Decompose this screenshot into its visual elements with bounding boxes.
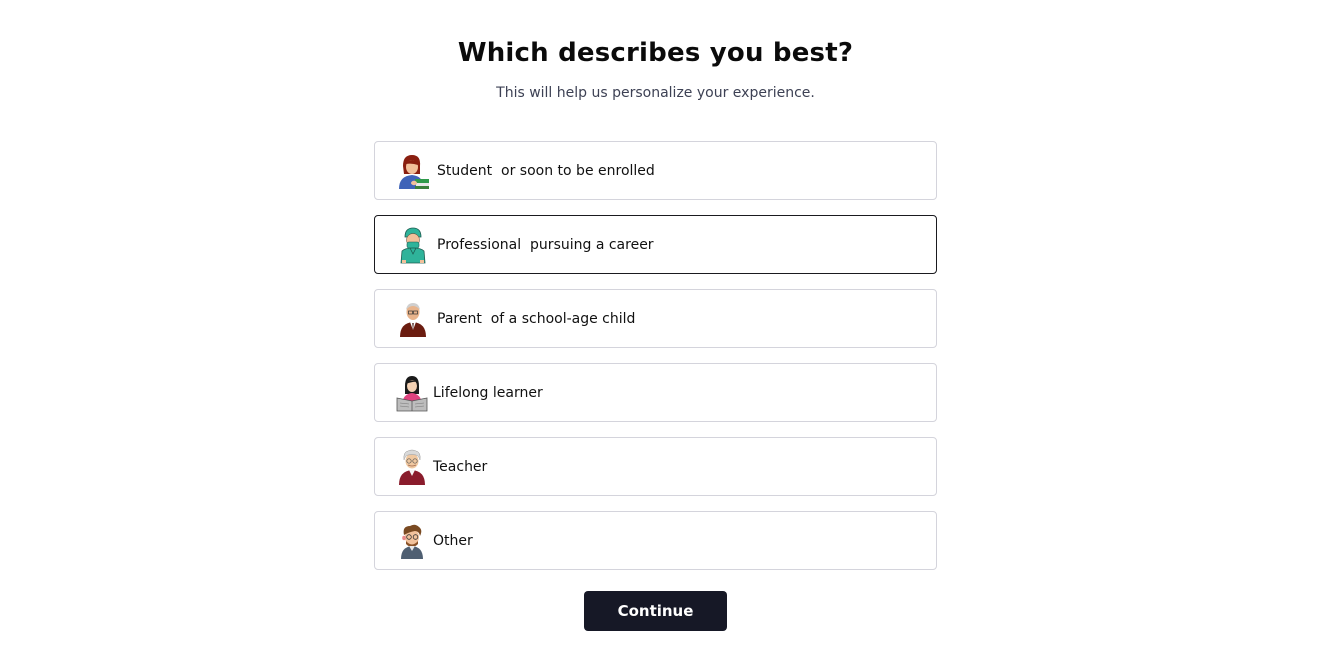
option-extra: pursuing a career <box>530 236 654 253</box>
option-teacher[interactable]: Teacher <box>374 437 937 496</box>
professional-avatar-icon <box>395 226 431 264</box>
option-parent[interactable]: Parent of a school-age child <box>374 289 937 348</box>
parent-avatar-icon <box>395 300 431 338</box>
option-label: Student or soon to be enrolled <box>437 162 655 179</box>
page-subtitle: This will help us personalize your exper… <box>496 85 815 101</box>
lifelong-learner-avatar-icon <box>395 374 429 412</box>
option-label: Teacher <box>433 458 488 475</box>
teacher-avatar-icon <box>395 448 429 486</box>
option-student[interactable]: Student or soon to be enrolled <box>374 141 937 200</box>
option-other[interactable]: Other <box>374 511 937 570</box>
page-title: Which describes you best? <box>457 38 854 68</box>
student-avatar-icon <box>395 152 431 190</box>
role-options-list: Student or soon to be enrolled Professio… <box>374 141 937 585</box>
option-label: Professional pursuing a career <box>437 236 654 253</box>
continue-button[interactable]: Continue <box>584 591 727 631</box>
other-avatar-icon <box>395 522 429 560</box>
option-extra: or soon to be enrolled <box>501 162 655 179</box>
option-label: Lifelong learner <box>433 384 543 401</box>
option-label: Other <box>433 532 473 549</box>
option-lifelong-learner[interactable]: Lifelong learner <box>374 363 937 422</box>
option-professional[interactable]: Professional pursuing a career <box>374 215 937 274</box>
onboarding-page: Which describes you best? This will help… <box>0 0 1331 653</box>
option-label: Parent of a school-age child <box>437 310 636 327</box>
option-extra: of a school-age child <box>490 310 636 327</box>
